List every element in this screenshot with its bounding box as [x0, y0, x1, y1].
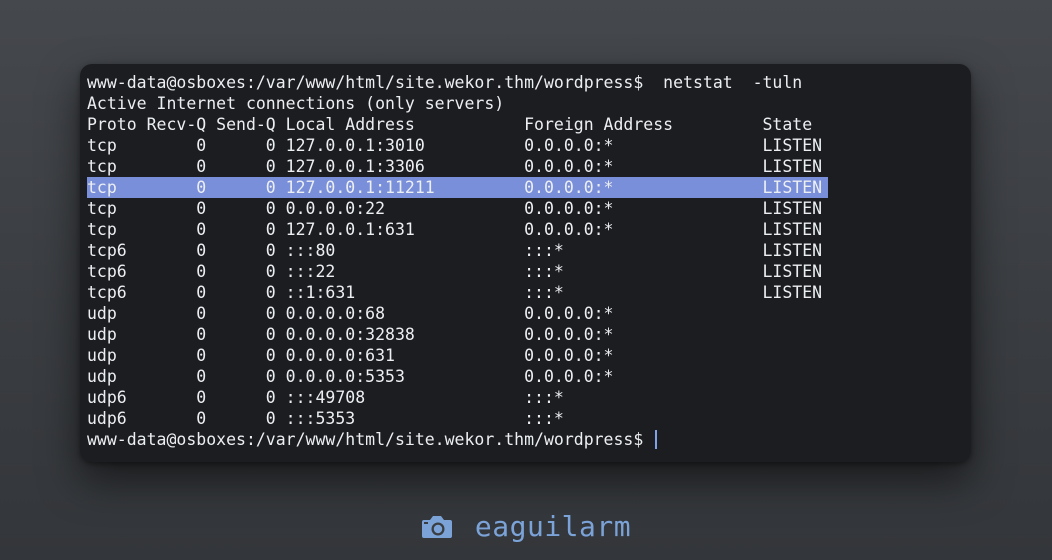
camera-icon	[421, 514, 453, 540]
terminal-window[interactable]: www-data@osboxes:/var/www/html/site.weko…	[80, 64, 971, 462]
netstat-row: udp 0 0 0.0.0.0:68 0.0.0.0:*	[87, 304, 614, 323]
terminal-command-line: www-data@osboxes:/var/www/html/site.weko…	[87, 73, 803, 92]
netstat-row-selected: tcp 0 0 127.0.0.1:11211 0.0.0.0:* LISTEN	[87, 177, 971, 198]
terminal-output-line: Active Internet connections (only server…	[87, 94, 505, 113]
netstat-row: tcp 0 0 127.0.0.1:3306 0.0.0.0:* LISTEN	[87, 157, 823, 176]
netstat-row: udp6 0 0 :::49708 :::*	[87, 388, 564, 407]
text-cursor	[655, 430, 658, 449]
footer-credit: eaguilarm	[0, 504, 1052, 548]
netstat-row: tcp 0 0 0.0.0.0:22 0.0.0.0:* LISTEN	[87, 199, 823, 218]
terminal-prompt-line[interactable]: www-data@osboxes:/var/www/html/site.weko…	[87, 429, 971, 450]
netstat-row: udp 0 0 0.0.0.0:5353 0.0.0.0:*	[87, 367, 614, 386]
author-name: eaguilarm	[474, 509, 632, 543]
netstat-row: udp 0 0 0.0.0.0:32838 0.0.0.0:*	[87, 325, 614, 344]
netstat-row: tcp6 0 0 ::1:631 :::* LISTEN	[87, 283, 823, 302]
netstat-row: tcp6 0 0 :::22 :::* LISTEN	[87, 262, 823, 281]
netstat-row: udp 0 0 0.0.0.0:631 0.0.0.0:*	[87, 346, 614, 365]
netstat-header-row: Proto Recv-Q Send-Q Local Address Foreig…	[87, 115, 813, 134]
netstat-row: tcp6 0 0 :::80 :::* LISTEN	[87, 241, 823, 260]
netstat-row: udp6 0 0 :::5353 :::*	[87, 409, 564, 428]
netstat-row: tcp 0 0 127.0.0.1:3010 0.0.0.0:* LISTEN	[87, 136, 823, 155]
netstat-row: tcp 0 0 127.0.0.1:631 0.0.0.0:* LISTEN	[87, 220, 823, 239]
terminal-output[interactable]: www-data@osboxes:/var/www/html/site.weko…	[87, 72, 971, 462]
